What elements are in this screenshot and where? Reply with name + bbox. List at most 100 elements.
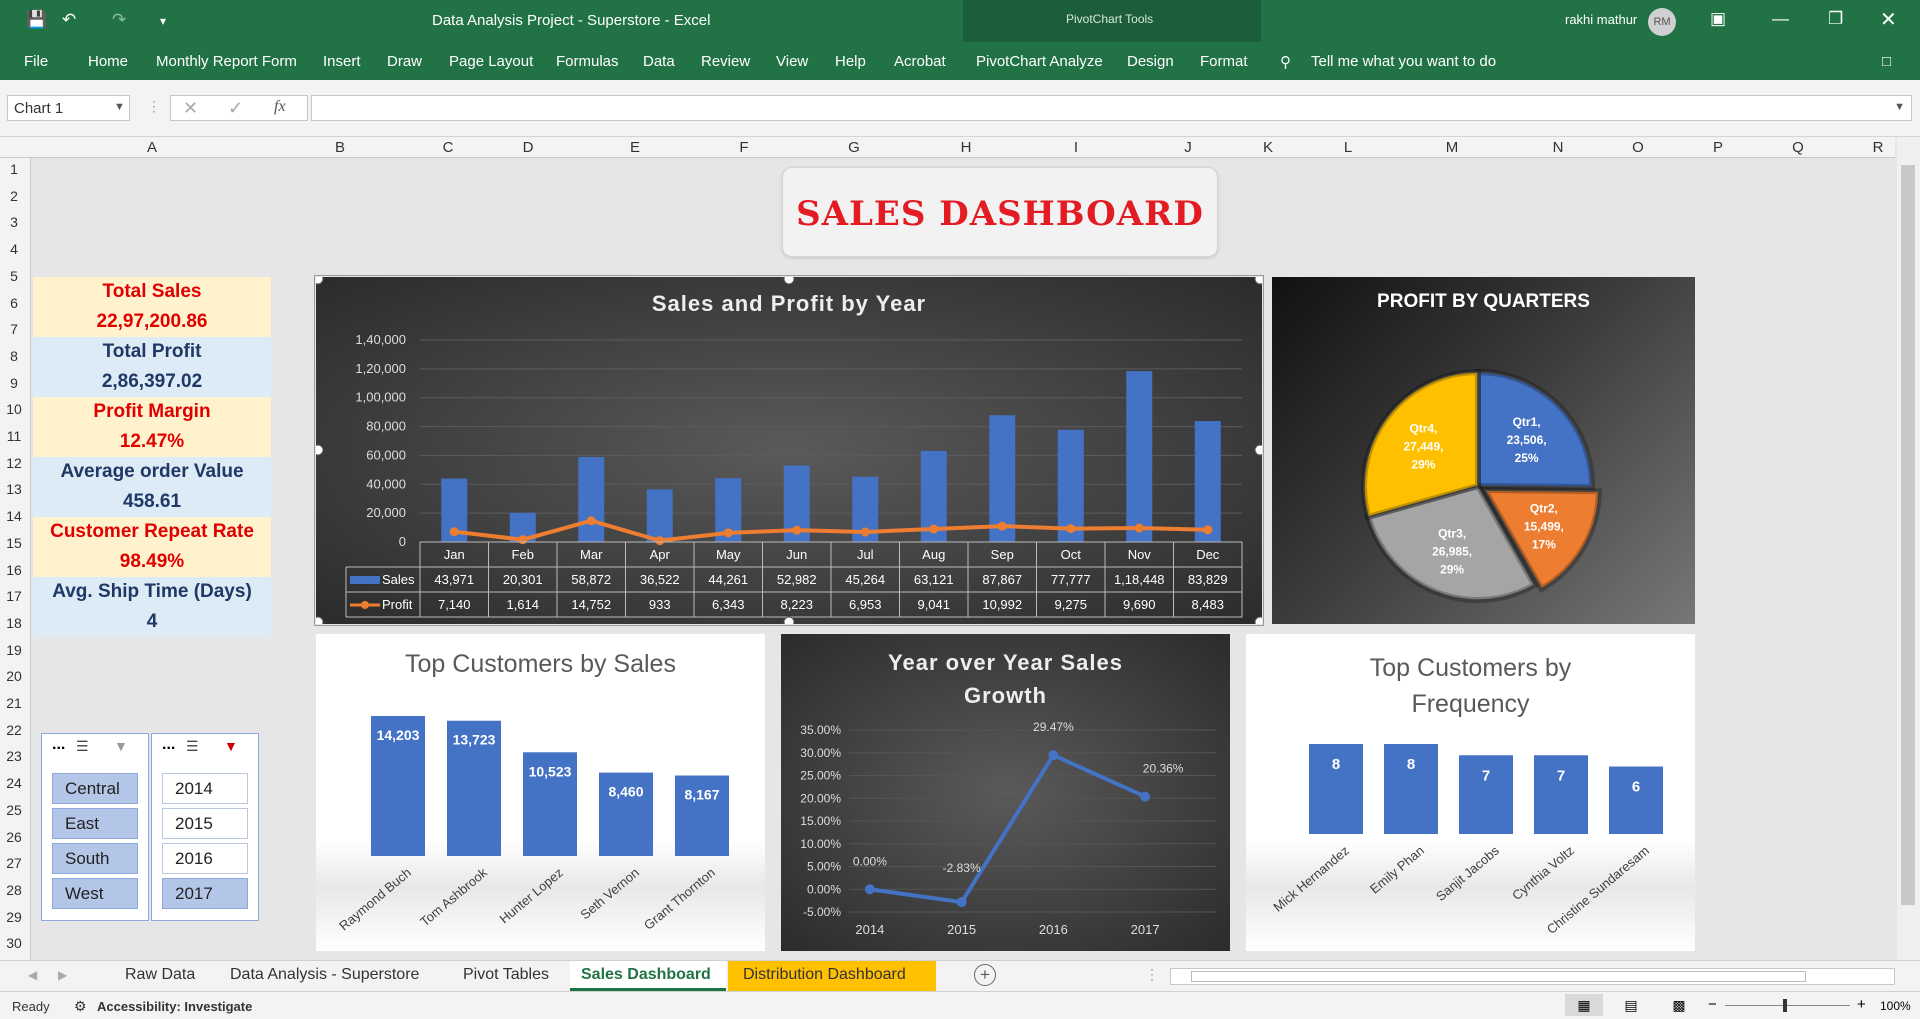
enter-icon[interactable]: ✓ bbox=[228, 98, 243, 119]
column-header[interactable]: O bbox=[1632, 139, 1644, 156]
sheet-tab-data-analysis[interactable]: Data Analysis - Superstore bbox=[230, 966, 419, 984]
tab-design[interactable]: Design bbox=[1127, 53, 1174, 70]
column-header[interactable]: E bbox=[630, 139, 640, 156]
vertical-scrollbar[interactable] bbox=[1897, 137, 1920, 960]
restore-icon[interactable]: ❐ bbox=[1828, 9, 1843, 29]
tab-monthly-report-form[interactable]: Monthly Report Form bbox=[156, 53, 297, 70]
bar[interactable] bbox=[1609, 766, 1663, 835]
scroll-left-icon[interactable]: ◀ bbox=[28, 968, 37, 982]
sheet-tab-pivot-tables[interactable]: Pivot Tables bbox=[463, 966, 549, 984]
column-header[interactable]: R bbox=[1873, 139, 1884, 156]
sheet-tab-raw-data[interactable]: Raw Data bbox=[125, 966, 195, 984]
scroll-right-icon[interactable]: ▶ bbox=[58, 968, 67, 982]
resize-handle[interactable] bbox=[1254, 616, 1262, 624]
row-header[interactable]: 19 bbox=[0, 642, 28, 658]
sales-bar[interactable] bbox=[578, 457, 605, 542]
redo-icon[interactable]: ↷ bbox=[112, 10, 126, 30]
column-header[interactable]: K bbox=[1263, 139, 1273, 156]
column-header[interactable]: C bbox=[443, 139, 454, 156]
row-header[interactable]: 27 bbox=[0, 855, 28, 871]
profit-point[interactable] bbox=[723, 528, 733, 538]
row-header[interactable]: 3 bbox=[0, 214, 28, 230]
row-header[interactable]: 23 bbox=[0, 748, 28, 764]
column-header[interactable]: I bbox=[1074, 139, 1078, 156]
horizontal-scrollbar[interactable] bbox=[1170, 968, 1895, 985]
sales-bar[interactable] bbox=[1194, 421, 1221, 542]
row-header[interactable]: 15 bbox=[0, 535, 28, 551]
multi-select-icon[interactable]: ☰ bbox=[186, 738, 199, 755]
row-header[interactable]: 16 bbox=[0, 562, 28, 578]
profit-point[interactable] bbox=[449, 527, 459, 537]
row-header[interactable]: 30 bbox=[0, 935, 28, 951]
resize-handle[interactable] bbox=[783, 616, 795, 624]
slicer-item-2017[interactable]: 2017 bbox=[162, 878, 248, 909]
row-header[interactable]: 12 bbox=[0, 455, 28, 471]
year-slicer[interactable]: ... ☰ ▼ 2014 2015 2016 2017 bbox=[151, 733, 259, 921]
growth-point[interactable] bbox=[1140, 791, 1151, 802]
region-slicer[interactable]: ... ☰ ▼ Central East South West bbox=[41, 733, 149, 921]
save-icon[interactable]: 💾 bbox=[26, 10, 47, 30]
tab-data[interactable]: Data bbox=[643, 53, 675, 70]
customize-qat-icon[interactable]: ▾ bbox=[160, 14, 166, 28]
growth-point[interactable] bbox=[864, 884, 875, 895]
row-header[interactable]: 1 bbox=[0, 161, 28, 177]
resize-handle[interactable] bbox=[316, 616, 324, 624]
row-header[interactable]: 9 bbox=[0, 375, 28, 391]
resize-handle[interactable] bbox=[1254, 444, 1262, 456]
row-header[interactable]: 29 bbox=[0, 909, 28, 925]
slicer-item-2016[interactable]: 2016 bbox=[162, 843, 248, 874]
tab-help[interactable]: Help bbox=[835, 53, 866, 70]
expand-formula-icon[interactable]: ▼ bbox=[1894, 101, 1905, 113]
row-header[interactable]: 14 bbox=[0, 508, 28, 524]
tab-formulas[interactable]: Formulas bbox=[556, 53, 619, 70]
resize-handle[interactable] bbox=[1254, 277, 1262, 285]
formula-input[interactable]: ▼ bbox=[311, 95, 1912, 121]
avatar[interactable]: RM bbox=[1648, 8, 1676, 36]
name-box[interactable]: Chart 1 ▼ bbox=[7, 95, 130, 121]
row-header[interactable]: 17 bbox=[0, 588, 28, 604]
tab-file[interactable]: File bbox=[24, 53, 48, 70]
yoy-growth-chart[interactable]: Year over Year Sales Growth -5.00% 0.00% 5… bbox=[781, 634, 1230, 951]
tab-draw[interactable]: Draw bbox=[387, 53, 422, 70]
row-header[interactable]: 20 bbox=[0, 668, 28, 684]
profit-line[interactable] bbox=[454, 518, 1208, 543]
slicer-item-west[interactable]: West bbox=[52, 878, 138, 909]
slicer-item-south[interactable]: South bbox=[52, 843, 138, 874]
close-icon[interactable]: ✕ bbox=[1880, 7, 1897, 32]
row-header[interactable]: 5 bbox=[0, 268, 28, 284]
minimize-icon[interactable]: — bbox=[1772, 9, 1789, 29]
row-header[interactable]: 7 bbox=[0, 321, 28, 337]
scroll-thumb[interactable] bbox=[1191, 971, 1806, 982]
resize-handle[interactable] bbox=[316, 277, 324, 285]
insert-function-icon[interactable]: fx bbox=[274, 98, 286, 116]
profit-point[interactable] bbox=[929, 524, 939, 534]
slicer-item-east[interactable]: East bbox=[52, 808, 138, 839]
ribbon-display-icon[interactable]: ▣ bbox=[1710, 9, 1726, 29]
zoom-handle[interactable] bbox=[1783, 999, 1787, 1012]
column-header[interactable]: L bbox=[1344, 139, 1352, 156]
row-header[interactable]: 24 bbox=[0, 775, 28, 791]
sales-profit-chart[interactable]: Sales and Profit by Year 0 20,000 40,000 60… bbox=[316, 277, 1262, 624]
row-header[interactable]: 4 bbox=[0, 241, 28, 257]
slicer-item-central[interactable]: Central bbox=[52, 773, 138, 804]
column-header[interactable]: D bbox=[523, 139, 534, 156]
slicer-item-2015[interactable]: 2015 bbox=[162, 808, 248, 839]
column-header[interactable]: B bbox=[335, 139, 345, 156]
column-header[interactable]: F bbox=[739, 139, 748, 156]
row-header[interactable]: 8 bbox=[0, 348, 28, 364]
sheet-tab-sales-dashboard[interactable]: Sales Dashboard bbox=[570, 961, 726, 991]
column-header[interactable]: N bbox=[1553, 139, 1564, 156]
top-customers-sales-chart[interactable]: Top Customers by Sales 14,203 Raymond Buc… bbox=[316, 634, 765, 951]
row-header[interactable]: 25 bbox=[0, 802, 28, 818]
sheet-tab-distribution-dashboard[interactable]: Distribution Dashboard bbox=[728, 961, 936, 991]
tab-page-layout[interactable]: Page Layout bbox=[449, 53, 533, 70]
page-break-view-icon[interactable]: ▩ bbox=[1660, 994, 1698, 1016]
splitter-icon[interactable]: ⋮ bbox=[1145, 966, 1159, 983]
row-header[interactable]: 28 bbox=[0, 882, 28, 898]
tab-view[interactable]: View bbox=[776, 53, 808, 70]
top-customers-frequency-chart[interactable]: Top Customers by Frequency 8 Mick Hernand… bbox=[1246, 634, 1695, 951]
resize-handle[interactable] bbox=[783, 277, 795, 285]
profit-point[interactable] bbox=[518, 535, 528, 545]
profit-point[interactable] bbox=[1203, 525, 1213, 535]
profit-point[interactable] bbox=[586, 516, 596, 526]
